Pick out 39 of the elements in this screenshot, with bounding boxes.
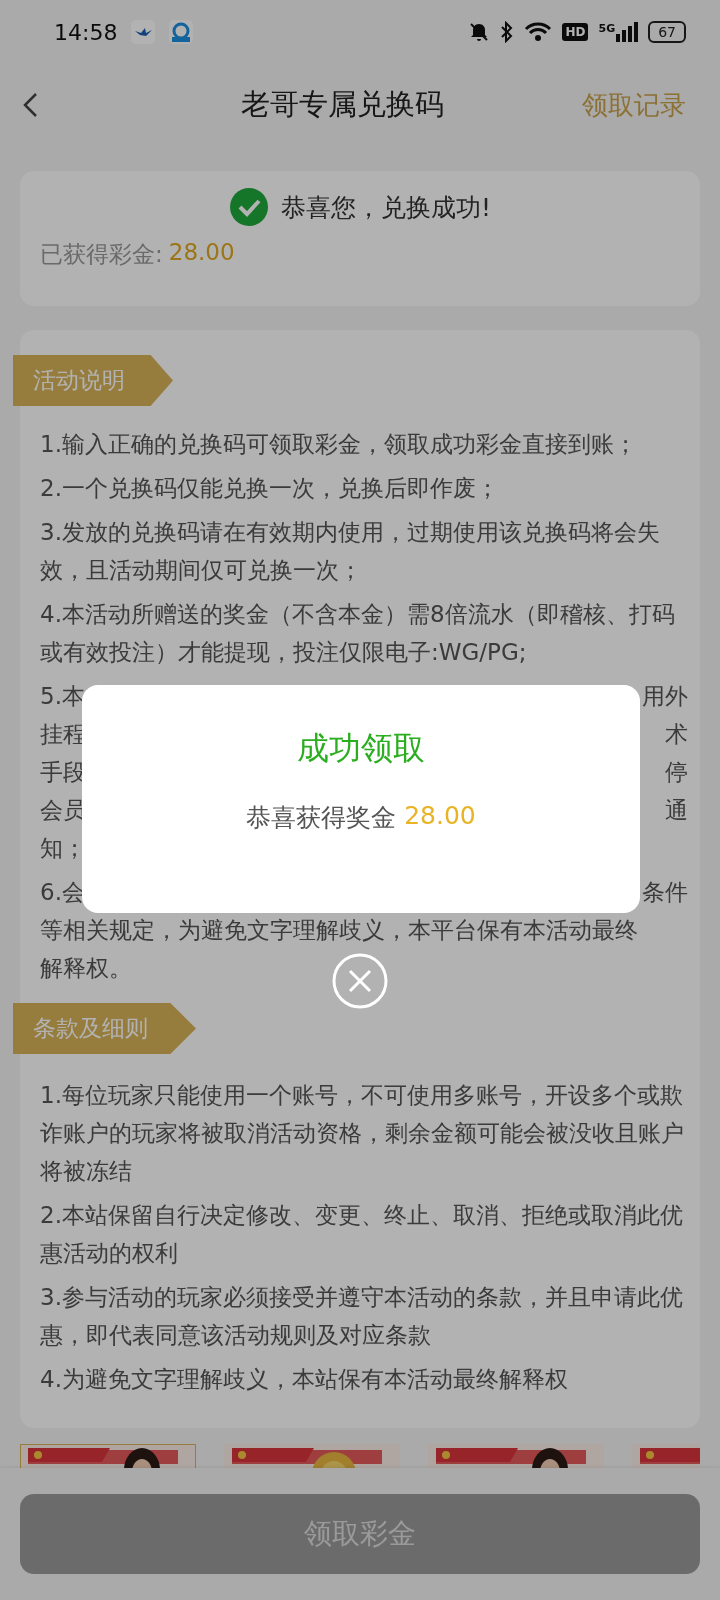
- rule-text: 3.发放的兑换码请在有效期内使用，过期使用该兑换码将会失效，且活动期间仅可兑换一次；: [39, 518, 661, 585]
- hd-badge: HD: [562, 23, 589, 41]
- bonus-amount: 28.00: [168, 239, 235, 267]
- rule-text-fragment: 通: [665, 796, 688, 825]
- page-title: 老哥专属兑换码: [239, 86, 445, 123]
- section-tag: 条款及细则: [13, 1003, 196, 1054]
- wifi-icon: [524, 21, 553, 43]
- rule-text-fragment: 手段: [40, 758, 86, 787]
- signal-icon: [616, 22, 639, 42]
- rule-text-fragment: 6.会: [40, 878, 85, 907]
- battery-indicator: 67: [648, 21, 686, 43]
- rule-text: 3.参与活动的玩家必须接受并遵守本活动的条款，并且申请此优惠，即代表同意该活动规则及对应条款: [39, 1283, 684, 1350]
- rule-text: 1.输入正确的兑换码可领取彩金，领取成功彩金直接到账；: [39, 430, 638, 459]
- rule-text-fragment: 停: [665, 758, 688, 787]
- rule-text-fragment: 条件: [642, 878, 688, 907]
- rule-text-fragment: 等相关规定，为避免文字理解歧义，本平台保有本活动最终: [40, 916, 638, 945]
- rule-text-fragment: 术: [665, 720, 688, 749]
- bluetooth-icon: [500, 21, 515, 43]
- section-tag: 活动说明: [13, 355, 173, 406]
- bird-app-icon: [131, 20, 156, 44]
- rule-text-fragment: 知；: [40, 834, 86, 863]
- rule-text-fragment: 5.本: [40, 682, 85, 711]
- ring-app-icon: [169, 20, 194, 44]
- rule-text-fragment: 用外: [642, 682, 688, 711]
- network-label: 5G: [598, 22, 616, 35]
- status-time: 14:58: [54, 19, 118, 45]
- rule-text: 1.每位玩家只能使用一个账号，不可使用多账号，开设多个或欺诈账户的玩家将被取消活动资格，剩余金额可能会被没收且账户将被冻结: [39, 1081, 685, 1186]
- dialog-amount: 28.00: [404, 801, 476, 832]
- rule-text: 4.为避免文字理解歧义，本站保有本活动最终解释权: [39, 1365, 569, 1394]
- dialog-title: 成功领取: [297, 728, 425, 769]
- check-icon: [229, 187, 269, 227]
- rule-text-fragment: 解释权。: [40, 954, 132, 983]
- rule-text: 2.本站保留自行决定修改、变更、终止、取消、拒绝或取消此优惠活动的权利: [39, 1201, 684, 1268]
- rule-text: 2.一个兑换码仅能兑换一次，兑换后即作废；: [39, 474, 500, 503]
- rule-text: 4.本活动所赠送的奖金（不含本金）需8倍流水（即稽核、打码或有效投注）才能提现，投注仅限电子:WG/PG;: [39, 600, 676, 667]
- dialog-message: 恭喜获得奖金: [246, 802, 397, 834]
- bonus-label: 已获得彩金:: [40, 240, 163, 269]
- success-message: 恭喜您，兑换成功!: [281, 191, 491, 224]
- records-link[interactable]: 领取记录: [582, 87, 686, 123]
